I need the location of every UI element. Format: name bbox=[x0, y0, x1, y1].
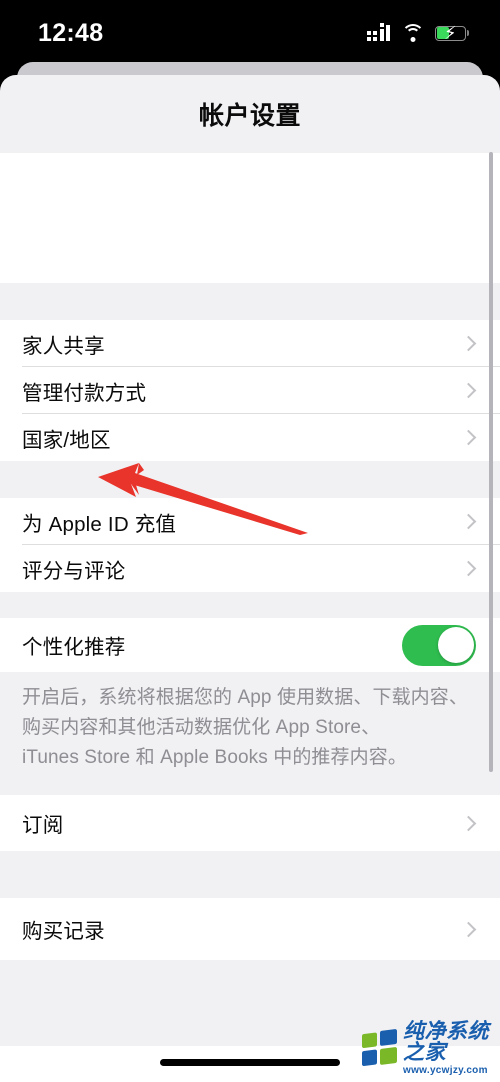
status-bar: 12:48 ⚡ bbox=[0, 0, 500, 62]
battery-charging-icon: ⚡ bbox=[435, 24, 470, 42]
personalized-recommendations-toggle[interactable] bbox=[402, 624, 476, 666]
funds-and-reviews-section: 为 Apple ID 充值 评分与评论 bbox=[0, 498, 500, 592]
section-gap bbox=[0, 283, 500, 320]
row-label: 管理付款方式 bbox=[22, 381, 147, 405]
row-personalized-recommendations[interactable]: 个性化推荐 bbox=[0, 618, 500, 672]
watermark-title: 纯净系统之家 bbox=[403, 1019, 489, 1064]
chevron-right-icon bbox=[460, 335, 477, 352]
personalized-recommendations-section: 个性化推荐 bbox=[0, 618, 500, 672]
row-label: 评分与评论 bbox=[22, 559, 126, 583]
chevron-right-icon bbox=[460, 921, 477, 937]
footer-line: 开启后，系统将根据您的 App 使用数据、下载内容、 bbox=[22, 687, 468, 708]
page-title: 帐户设置 bbox=[198, 102, 301, 130]
four-square-logo-icon bbox=[362, 1028, 398, 1067]
vertical-scrollbar[interactable] bbox=[489, 152, 493, 772]
row-label: 个性化推荐 bbox=[22, 636, 126, 659]
chevron-right-icon bbox=[460, 429, 477, 446]
section-gap bbox=[0, 592, 500, 618]
section-gap bbox=[0, 787, 500, 795]
account-settings-sheet: 帐户设置 家人共享 管理付款方式 国家/地区 为 Apple ID 充值 评分与… bbox=[0, 75, 500, 1082]
row-label: 订阅 bbox=[22, 814, 64, 837]
chevron-right-icon bbox=[460, 815, 477, 831]
footer-line: 购买内容和其他活动数据优化 App Store、 bbox=[22, 717, 381, 738]
personalized-recommendations-footer: 开启后，系统将根据您的 App 使用数据、下载内容、 购买内容和其他活动数据优化… bbox=[0, 672, 500, 787]
account-management-section: 家人共享 管理付款方式 国家/地区 bbox=[0, 320, 500, 461]
row-ratings-and-reviews[interactable]: 评分与评论 bbox=[0, 545, 500, 592]
account-header-block bbox=[0, 153, 500, 283]
row-purchase-history[interactable]: 购买记录 bbox=[0, 898, 500, 960]
row-label: 家人共享 bbox=[22, 334, 105, 358]
chevron-right-icon bbox=[460, 382, 477, 399]
row-label: 国家/地区 bbox=[22, 428, 111, 452]
footer-line: iTunes Store 和 Apple Books 中的推荐内容。 bbox=[22, 747, 407, 768]
row-label: 为 Apple ID 充值 bbox=[22, 512, 177, 536]
section-gap bbox=[0, 851, 500, 898]
subscriptions-section: 订阅 bbox=[0, 795, 500, 851]
row-add-funds-apple-id[interactable]: 为 Apple ID 充值 bbox=[0, 498, 500, 545]
purchase-history-section: 购买记录 bbox=[0, 898, 500, 960]
watermark-url: www.ycwjzy.com bbox=[403, 1064, 488, 1076]
chevron-right-icon bbox=[460, 513, 477, 530]
home-indicator[interactable] bbox=[160, 1059, 340, 1066]
status-time: 12:48 bbox=[38, 18, 104, 47]
watermark-text: 纯净系统之家 www.ycwjzy.com bbox=[403, 1021, 500, 1076]
cellular-signal-icon bbox=[366, 22, 390, 41]
row-country-region[interactable]: 国家/地区 bbox=[0, 414, 500, 461]
row-manage-payment-methods[interactable]: 管理付款方式 bbox=[0, 367, 500, 414]
watermark: 纯净系统之家 www.ycwjzy.com bbox=[362, 1021, 500, 1075]
wifi-icon bbox=[401, 23, 424, 42]
chevron-right-icon bbox=[460, 560, 477, 577]
section-gap bbox=[0, 461, 500, 498]
row-subscriptions[interactable]: 订阅 bbox=[0, 795, 500, 851]
status-icons: ⚡ bbox=[366, 22, 470, 42]
row-label: 购买记录 bbox=[22, 920, 105, 943]
row-family-sharing[interactable]: 家人共享 bbox=[0, 320, 500, 367]
